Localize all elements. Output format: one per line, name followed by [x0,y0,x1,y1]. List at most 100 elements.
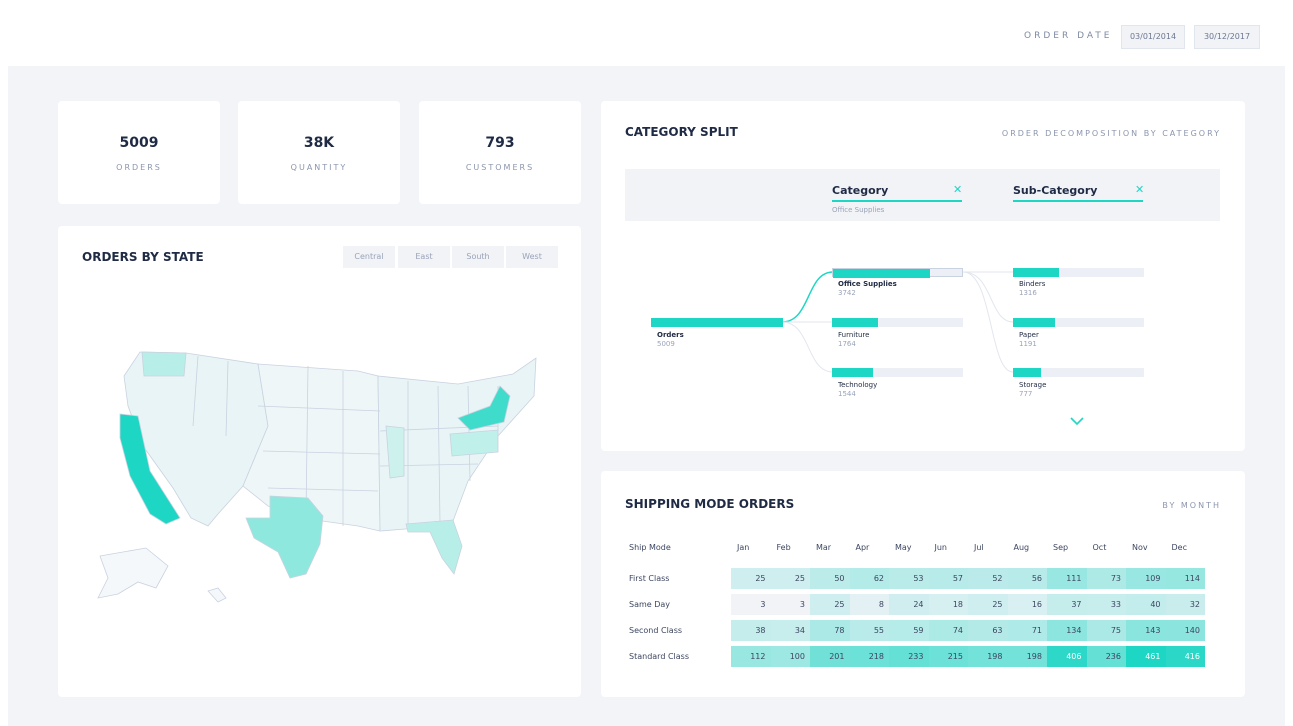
kpi-card-quantity: 38K QUANTITY [238,101,400,204]
node-fill [832,368,873,377]
node-value: 777 [1019,390,1033,398]
matrix-cell[interactable]: 52 [968,568,1008,589]
row-label: Same Day [629,600,671,609]
category-split-card: CATEGORY SPLIT ORDER DECOMPOSITION BY CA… [601,101,1245,451]
column-header-month: Jun [934,543,948,552]
node-value: 1316 [1019,289,1037,297]
node-fill [1013,318,1055,327]
matrix-cell[interactable]: 416 [1165,646,1205,667]
matrix-cell[interactable]: 140 [1165,620,1205,641]
card-subtitle: BY MONTH [1162,501,1221,510]
matrix-cell[interactable]: 53 [889,568,929,589]
node-fill-orders [651,318,783,327]
matrix-cell[interactable]: 143 [1126,620,1166,641]
matrix-cell[interactable]: 201 [810,646,850,667]
node-fill [1013,368,1041,377]
kpi-value: 5009 [119,135,159,151]
matrix-cell[interactable]: 461 [1126,646,1166,667]
matrix-cell[interactable]: 114 [1165,568,1205,589]
matrix-cell[interactable]: 73 [1086,568,1126,589]
node-label: Furniture [838,331,870,339]
matrix-cell[interactable]: 78 [810,620,850,641]
node-value: 1191 [1019,340,1037,348]
matrix-cell[interactable]: 3 [770,594,810,615]
matrix-cell[interactable]: 109 [1126,568,1166,589]
end-date-input[interactable]: 30/12/2017 [1194,25,1260,49]
column-header-month: Sep [1053,543,1069,552]
start-date-input[interactable]: 03/01/2014 [1121,25,1185,49]
matrix-cell[interactable]: 37 [1047,594,1087,615]
column-header-month: May [895,543,912,552]
matrix-cell[interactable]: 25 [968,594,1008,615]
node-fill [833,269,930,278]
column-header-month: Jul [974,543,984,552]
state-florida [405,519,463,575]
matrix-cell[interactable]: 3 [731,594,771,615]
node-value: 3742 [838,289,856,297]
state-texas [245,495,324,579]
matrix-cell[interactable]: 50 [810,568,850,589]
shipping-mode-card: SHIPPING MODE ORDERS BY MONTH Ship Mode … [601,471,1245,697]
matrix-cell[interactable]: 16 [1007,594,1047,615]
row-label: First Class [629,574,670,583]
column-header-month: Feb [776,543,791,552]
matrix-cell[interactable]: 33 [1086,594,1126,615]
matrix-cell[interactable]: 40 [1126,594,1166,615]
chevron-down-icon[interactable] [1069,416,1085,426]
node-paper[interactable] [1013,318,1144,327]
node-furniture[interactable] [832,318,963,327]
matrix-cell[interactable]: 236 [1086,646,1126,667]
matrix-cell[interactable]: 406 [1047,646,1087,667]
state-alaska [97,547,169,599]
node-label: Storage [1019,381,1047,389]
matrix-cell[interactable]: 56 [1007,568,1047,589]
matrix-cell[interactable]: 59 [889,620,929,641]
kpi-card-orders: 5009 ORDERS [58,101,220,204]
matrix-cell[interactable]: 24 [889,594,929,615]
kpi-card-customers: 793 CUSTOMERS [419,101,581,204]
column-header-month: Mar [816,543,832,552]
matrix-cell[interactable]: 34 [770,620,810,641]
row-label: Standard Class [629,652,689,661]
node-value: 1764 [838,340,856,348]
column-header-month: Dec [1171,543,1187,552]
node-label: Orders [657,331,684,339]
matrix-cell[interactable]: 63 [968,620,1008,641]
node-storage[interactable] [1013,368,1144,377]
matrix-cell[interactable]: 32 [1165,594,1205,615]
kpi-label: QUANTITY [290,163,348,172]
node-office-supplies[interactable] [832,268,963,278]
matrix-cell[interactable]: 218 [849,646,889,667]
kpi-value: 793 [485,135,515,151]
node-fill [1013,268,1059,277]
matrix-cell[interactable]: 75 [1086,620,1126,641]
matrix-cell[interactable]: 62 [849,568,889,589]
node-label: Office Supplies [838,280,897,288]
matrix-cell[interactable]: 57 [928,568,968,589]
order-date-label: ORDER DATE [1024,31,1113,41]
matrix-cell[interactable]: 71 [1007,620,1047,641]
matrix-cell[interactable]: 18 [928,594,968,615]
matrix-cell[interactable]: 198 [968,646,1008,667]
state-hawaii [207,587,227,603]
matrix-cell[interactable]: 38 [731,620,771,641]
matrix-cell[interactable]: 112 [731,646,771,667]
matrix-cell[interactable]: 25 [731,568,771,589]
node-binders[interactable] [1013,268,1144,277]
node-orders[interactable] [651,318,783,327]
matrix-cell[interactable]: 198 [1007,646,1047,667]
node-fill [832,318,878,327]
node-technology[interactable] [832,368,963,377]
matrix-cell[interactable]: 134 [1047,620,1087,641]
matrix-cell[interactable]: 111 [1047,568,1087,589]
matrix-cell[interactable]: 55 [849,620,889,641]
matrix-cell[interactable]: 100 [770,646,810,667]
matrix-cell[interactable]: 25 [770,568,810,589]
matrix-cell[interactable]: 8 [849,594,889,615]
card-title: SHIPPING MODE ORDERS [625,497,795,511]
node-label: Technology [838,381,878,389]
matrix-cell[interactable]: 233 [889,646,929,667]
matrix-cell[interactable]: 74 [928,620,968,641]
matrix-cell[interactable]: 25 [810,594,850,615]
matrix-cell[interactable]: 215 [928,646,968,667]
